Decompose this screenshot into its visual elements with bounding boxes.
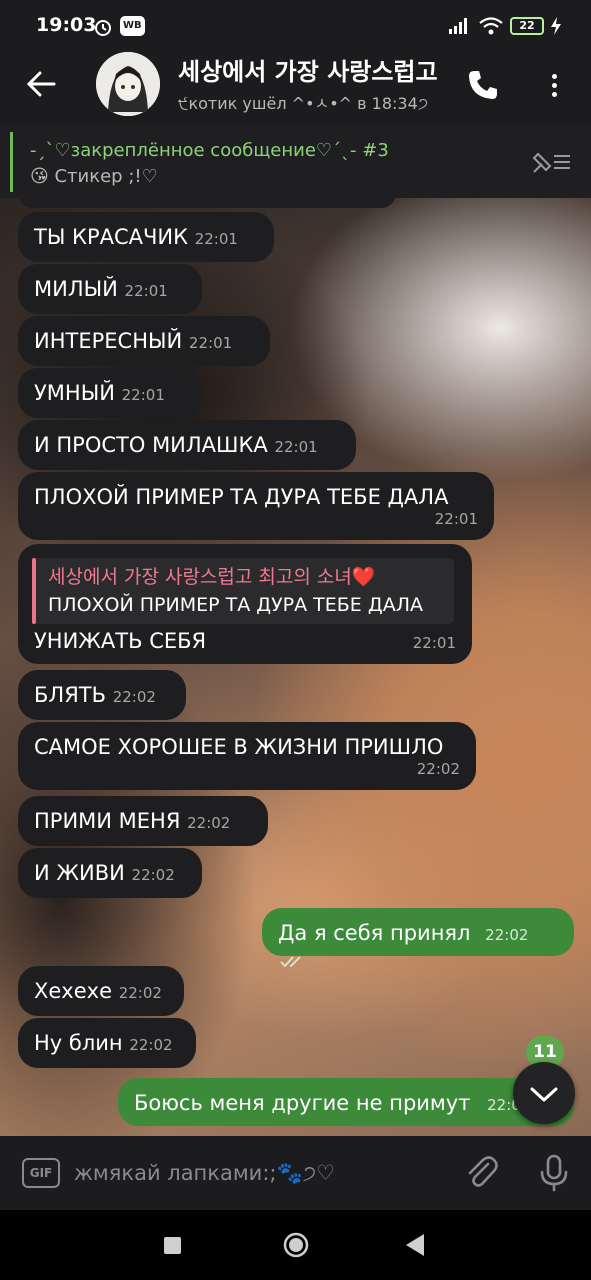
alarm-icon: [95, 20, 111, 36]
message-text: И ПРОСТО МИЛАШКА: [34, 433, 268, 457]
message-bubble[interactable]: ТЫ КРАСАЧИК 22:01: [18, 212, 274, 262]
home-icon[interactable]: [283, 1232, 309, 1258]
lightning-icon: [551, 17, 561, 35]
message-time: 22:02: [131, 866, 175, 884]
message-time: 22:02: [129, 1036, 173, 1054]
message-bubble[interactable]: УМНЫЙ 22:01: [18, 368, 200, 418]
message-time: 22:01: [121, 386, 165, 404]
message-bubble[interactable]: Хехехе 22:02: [18, 966, 184, 1016]
message-time: 22:01: [434, 510, 478, 528]
message-time: 22:01: [124, 282, 168, 300]
message-time: 22:02: [416, 760, 460, 778]
message-text: ПЛОХОЙ ПРИМЕР ТА ДУРА ТЕБЕ ДАЛА: [34, 485, 449, 509]
chat-title[interactable]: 세상에서 가장 사랑스럽고 최고의 소녀: [178, 52, 440, 87]
signal-icon: [449, 18, 467, 34]
message-input-bar: GIF жмякай лапками:;🐾੭♡: [0, 1136, 591, 1210]
message-bubble[interactable]: МИЛЫЙ 22:01: [18, 264, 202, 314]
message-text: ТЫ КРАСАЧИК: [34, 225, 189, 249]
message-bubble[interactable]: ПРИМИ МЕНЯ 22:02: [18, 796, 268, 846]
message-time: 22:02: [112, 688, 156, 706]
chevron-down-icon: [530, 1087, 558, 1102]
message-time: 22:01: [194, 230, 238, 248]
reply-author: 세상에서 가장 사랑스럽고 최고의 소녀❤️: [48, 566, 376, 588]
message-text: ИНТЕРЕСНЫЙ: [34, 329, 183, 353]
message-text: УМНЫЙ: [34, 381, 115, 405]
reply-quote[interactable]: 세상에서 가장 사랑스럽고 최고의 소녀❤️ ПЛОХОЙ ПРИМЕР ТА …: [32, 558, 454, 624]
pin-list-icon[interactable]: [530, 148, 572, 176]
status-bar: 19:03 WB 22: [0, 0, 591, 52]
back-triangle-icon[interactable]: [406, 1234, 424, 1256]
recent-apps-icon[interactable]: [164, 1237, 181, 1254]
message-text: И ЖИВИ: [34, 861, 125, 885]
chat-header: 세상에서 가장 사랑스럽고 최고의 소녀 ੯котик ушёл ^•ㅅ•^ в…: [0, 52, 591, 126]
message-bubble[interactable]: ПЛОХОЙ ПРИМЕР ТА ДУРА ТЕБЕ ДАЛА 22:01: [18, 472, 494, 540]
message-time: 22:01: [274, 438, 318, 456]
phone-icon[interactable]: [466, 68, 500, 102]
message-bubble-outgoing[interactable]: Боюсь меня другие не примут 22:02: [118, 1078, 574, 1126]
message-bubble[interactable]: САМОЕ ХОРОШЕЕ В ЖИЗНИ ПРИШЛО 22:02: [18, 722, 476, 790]
message-text: Ну блин: [34, 1031, 123, 1055]
message-bubble[interactable]: Ну блин 22:02: [18, 1018, 196, 1068]
message-text: МИЛЫЙ: [34, 277, 118, 301]
double-check-icon: [280, 956, 301, 968]
scroll-down-button[interactable]: [513, 1062, 575, 1124]
message-partial: [18, 198, 396, 208]
reply-text: ПЛОХОЙ ПРИМЕР ТА ДУРА ТЕБЕ ДАЛА: [48, 594, 423, 616]
wb-app-icon: WB: [120, 16, 145, 36]
pinned-title: -ˏˋ♡закреплённое сообщение♡ˊˎ- #3: [30, 140, 389, 161]
message-bubble-reply[interactable]: 세상에서 가장 사랑스럽고 최고의 소녀❤️ ПЛОХОЙ ПРИМЕР ТА …: [18, 544, 472, 664]
pinned-message[interactable]: -ˏˋ♡закреплённое сообщение♡ˊˎ- #3 😘 Стик…: [0, 126, 591, 199]
message-text: Да я себя принял: [278, 921, 471, 945]
status-time: 19:03: [36, 14, 97, 36]
message-time: 22:01: [188, 334, 233, 352]
message-text: УНИЖАТЬ СЕБЯ: [34, 629, 207, 653]
message-text: Хехехе: [34, 979, 113, 1003]
back-arrow-icon[interactable]: [26, 70, 56, 98]
pinned-text: 😘 Стикер ;!♡: [30, 166, 158, 187]
message-time: 22:02: [485, 926, 529, 944]
message-time: 22:02: [118, 984, 162, 1002]
system-nav-bar: [0, 1210, 591, 1280]
battery-indicator: 22: [510, 17, 544, 35]
more-vertical-icon[interactable]: [544, 70, 564, 100]
message-input[interactable]: жмякай лапками:;🐾੭♡: [74, 1156, 444, 1190]
message-text: САМОЕ ХОРОШЕЕ В ЖИЗНИ ПРИШЛО: [34, 735, 444, 759]
pinned-indicator: [10, 132, 13, 192]
message-text: Боюсь меня другие не примут: [134, 1091, 471, 1115]
chat-area[interactable]: ТЫ КРАСАЧИК 22:01 МИЛЫЙ 22:01 ИНТЕРЕСНЫЙ…: [0, 198, 591, 1136]
reply-indicator: [32, 558, 36, 624]
gif-button[interactable]: GIF: [22, 1158, 60, 1188]
chat-subtitle: ੯котик ушёл ^•ㅅ•^ в 18:34੭: [178, 94, 429, 113]
avatar[interactable]: [96, 52, 160, 116]
message-bubble[interactable]: И ПРОСТО МИЛАШКА 22:01: [18, 420, 356, 470]
message-bubble-outgoing[interactable]: Да я себя принял 22:02: [262, 908, 574, 968]
wifi-icon: [479, 17, 503, 35]
paperclip-icon[interactable]: [464, 1154, 500, 1192]
message-text: ПРИМИ МЕНЯ: [34, 809, 181, 833]
message-time: 22:02: [187, 814, 231, 832]
message-bubble[interactable]: И ЖИВИ 22:02: [18, 848, 202, 898]
microphone-icon[interactable]: [538, 1154, 570, 1192]
message-bubble[interactable]: БЛЯТЬ 22:02: [18, 670, 186, 720]
message-time: 22:01: [412, 634, 456, 652]
message-bubble[interactable]: ИНТЕРЕСНЫЙ 22:01: [18, 316, 270, 366]
message-text: БЛЯТЬ: [34, 683, 107, 707]
